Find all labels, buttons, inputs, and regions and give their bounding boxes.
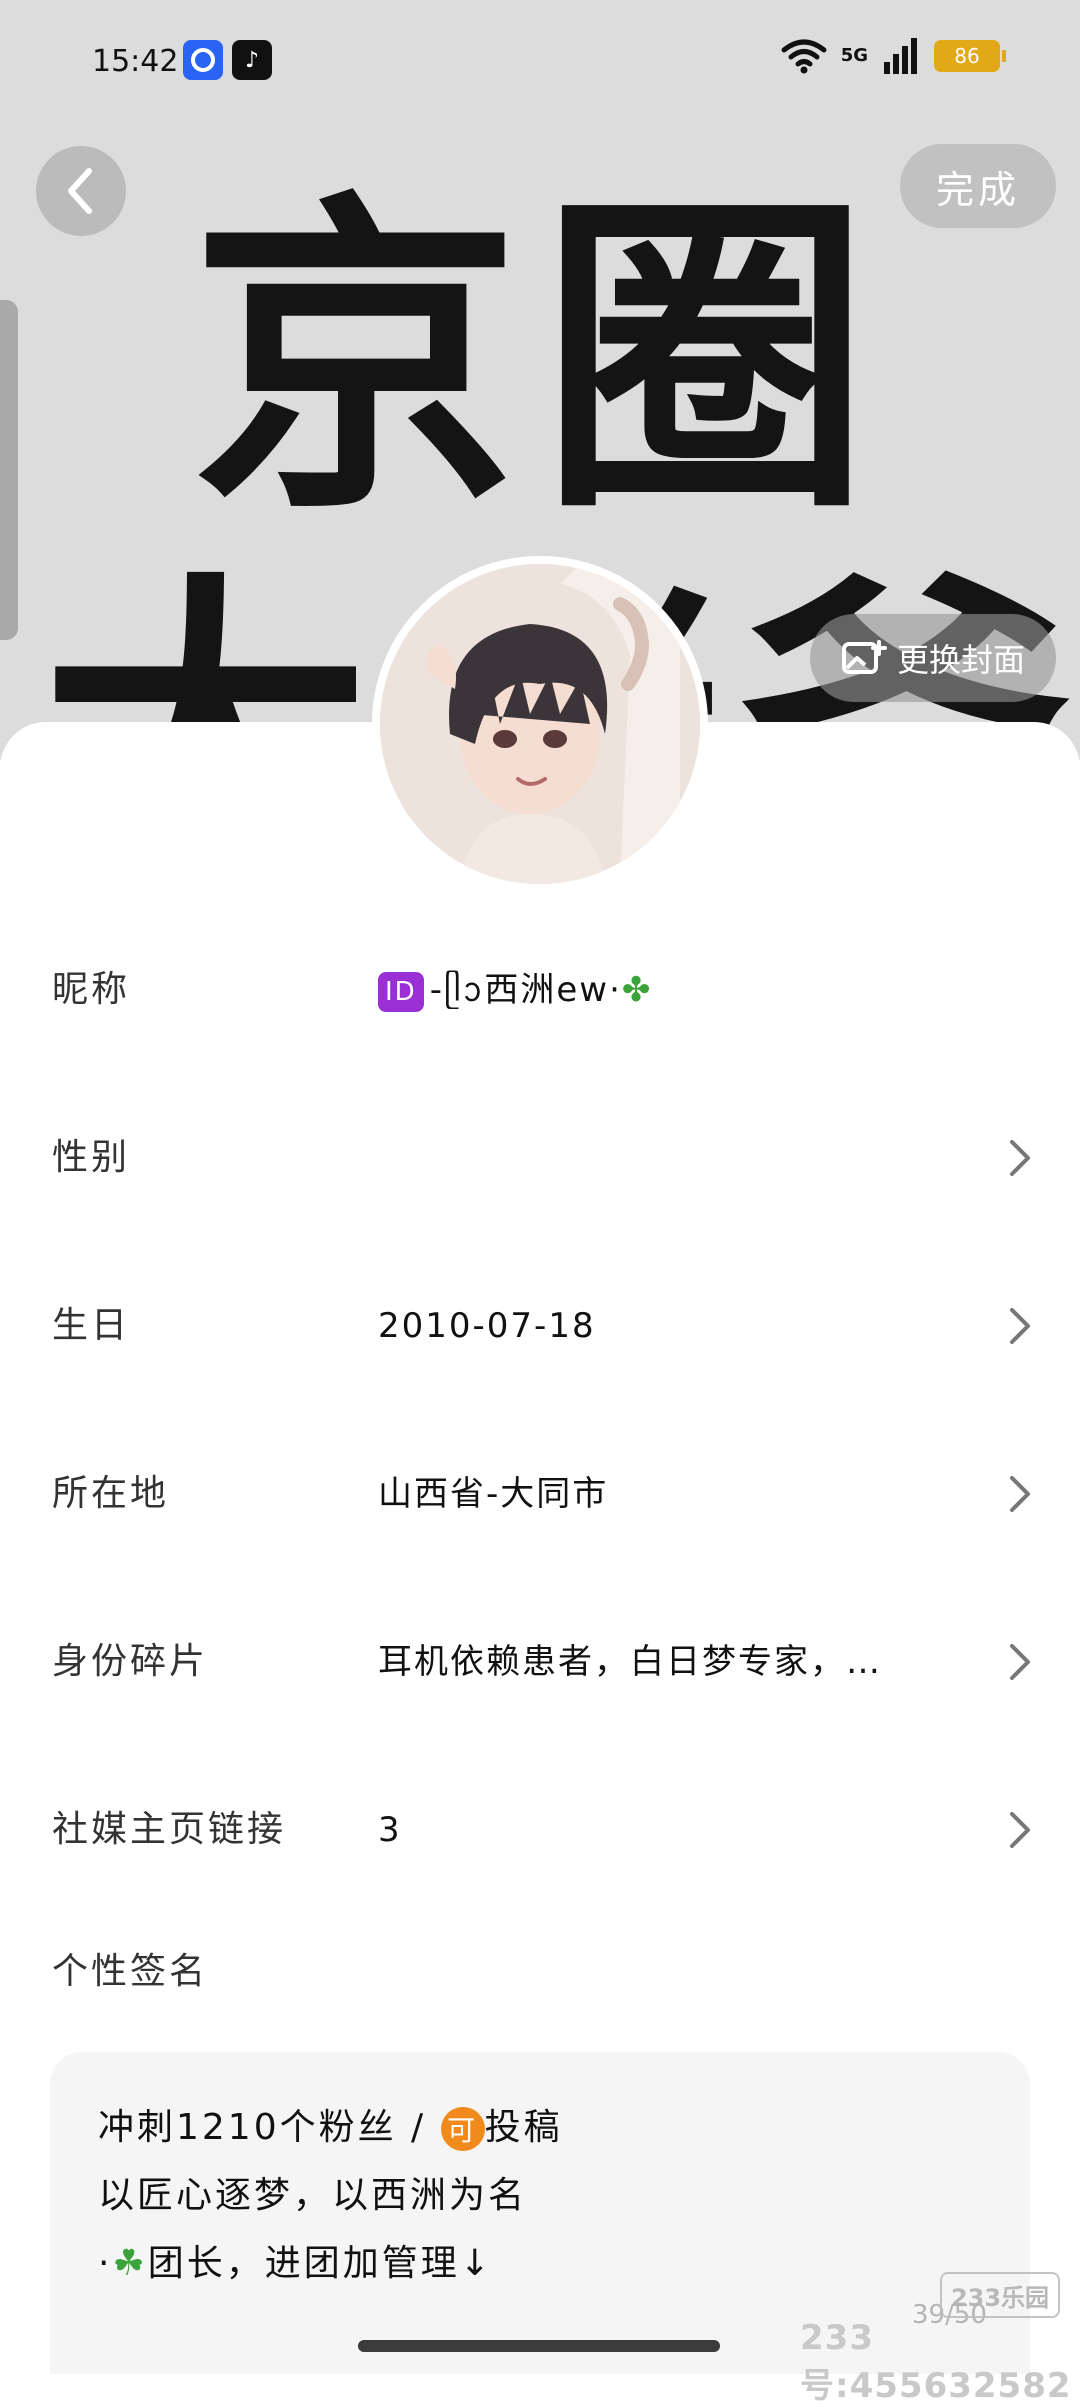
signature-line-2: 以匠心逐梦，以西洲为名 bbox=[98, 2175, 528, 2216]
gender-row[interactable]: 性别 bbox=[0, 1074, 1080, 1242]
signature-line-1-text: 冲刺1210个粉丝 / bbox=[98, 2107, 427, 2148]
image-edit-icon bbox=[841, 640, 887, 674]
signature-line-3-text: 团长，进团加管理↓ bbox=[147, 2243, 493, 2284]
row-label: 身份碎片 bbox=[52, 1641, 209, 1682]
chevron-right-icon bbox=[1010, 1476, 1030, 1512]
nickname-row[interactable]: 昵称 ID -ᥫᩣ西洲ew·✤ bbox=[0, 906, 1080, 1074]
status-bar: 15:42 ♪ 5G 86 bbox=[0, 0, 1080, 120]
watermark-text: 233号:455632582 bbox=[800, 2318, 1072, 2406]
row-label: 生日 bbox=[52, 1305, 131, 1346]
network-type: 5G bbox=[840, 45, 868, 66]
chevron-left-icon bbox=[68, 168, 92, 214]
battery-level: 86 bbox=[954, 44, 980, 68]
row-label: 性别 bbox=[52, 1137, 131, 1178]
row-label: 社媒主页链接 bbox=[52, 1809, 287, 1850]
signature-line-3: ·☘团长，进团加管理↓ bbox=[98, 2234, 493, 2286]
ke-emoji-badge: 可 bbox=[440, 2107, 485, 2151]
signal-icon bbox=[884, 38, 917, 74]
avatar[interactable] bbox=[372, 556, 708, 892]
back-button[interactable] bbox=[36, 146, 126, 236]
row-label: 所在地 bbox=[52, 1473, 170, 1514]
id-emoji-badge: ID bbox=[378, 971, 424, 1012]
signature-line-1: 冲刺1210个粉丝 / 可投稿 bbox=[98, 2098, 563, 2151]
avatar-illustration bbox=[380, 564, 700, 884]
home-indicator[interactable] bbox=[358, 2340, 720, 2352]
social-links-value: 3 bbox=[378, 1810, 402, 1850]
signature-line-3-prefix: · bbox=[98, 2243, 113, 2284]
birthday-value: 2010-07-18 bbox=[378, 1306, 596, 1346]
change-cover-label: 更换封面 bbox=[896, 641, 1025, 679]
location-value: 山西省-大同市 bbox=[378, 1474, 609, 1514]
social-links-row[interactable]: 社媒主页链接 3 bbox=[0, 1746, 1080, 1914]
app-notification-icon bbox=[183, 40, 223, 80]
birthday-row[interactable]: 生日 2010-07-18 bbox=[0, 1242, 1080, 1410]
tiktok-icon: ♪ bbox=[232, 40, 272, 80]
signature-title: 个性签名 bbox=[52, 1951, 209, 1992]
identity-tags-row[interactable]: 身份碎片 耳机依赖患者，白日梦专家，… bbox=[0, 1578, 1080, 1746]
cover-text-line1: 京圈 bbox=[190, 168, 890, 552]
signature-line-1-after: 投稿 bbox=[484, 2107, 563, 2148]
battery-icon: 86 bbox=[934, 40, 1006, 72]
location-row[interactable]: 所在地 山西省-大同市 bbox=[0, 1410, 1080, 1578]
nickname-text: -ᥫᩣ西洲ew· bbox=[429, 970, 622, 1010]
wifi-icon bbox=[781, 39, 827, 74]
four-leaf-clover-icon: ✤ bbox=[621, 970, 653, 1010]
chevron-right-icon bbox=[1010, 1140, 1030, 1176]
chevron-right-icon bbox=[1010, 1812, 1030, 1848]
chevron-right-icon bbox=[1010, 1308, 1030, 1344]
change-cover-button[interactable]: 更换封面 bbox=[810, 614, 1056, 702]
shamrock-icon: ☘ bbox=[112, 2243, 148, 2284]
watermark-logo: 233乐园 bbox=[940, 2272, 1060, 2318]
identity-tags-value: 耳机依赖患者，白日梦专家，… bbox=[378, 1642, 882, 1682]
nickname-value: ID -ᥫᩣ西洲ew·✤ bbox=[378, 906, 652, 1074]
row-label: 昵称 bbox=[52, 969, 131, 1010]
done-button[interactable]: 完成 bbox=[900, 144, 1056, 228]
chevron-right-icon bbox=[1010, 1644, 1030, 1680]
edge-handle bbox=[0, 300, 18, 640]
status-time: 15:42 bbox=[92, 44, 179, 79]
